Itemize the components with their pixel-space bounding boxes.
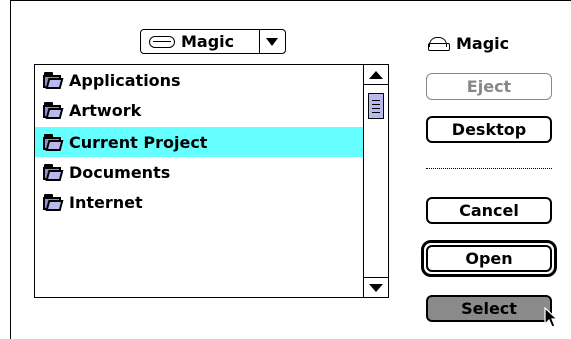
list-item-documents[interactable]: Documents (35, 157, 363, 187)
list-item-current-project[interactable]: Current Project (35, 127, 363, 157)
cancel-button[interactable]: Cancel (426, 197, 552, 224)
folder-icon (43, 133, 64, 151)
folder-icon (43, 193, 64, 211)
arrow-down-icon (369, 283, 383, 292)
current-volume: Magic (428, 34, 509, 53)
folder-icon (43, 71, 64, 89)
list-item-applications[interactable]: Applications (35, 65, 363, 95)
eject-button[interactable]: Eject (426, 73, 552, 100)
folder-icon (43, 101, 64, 119)
volume-label: Magic (456, 34, 510, 53)
list-item-artwork[interactable]: Artwork (35, 95, 363, 125)
list-item-label: Internet (69, 192, 143, 212)
file-list[interactable]: Applications Artwork Current Project Doc… (34, 64, 389, 298)
scroll-up-button[interactable] (364, 65, 388, 85)
list-item-label: Current Project (69, 132, 208, 152)
open-button[interactable]: Open (426, 245, 552, 272)
popup-divider (259, 30, 260, 53)
list-item-label: Documents (69, 162, 171, 182)
mouse-pointer-icon (544, 307, 559, 328)
volume-popup-label: Magic (181, 32, 235, 51)
file-list-rows: Applications Artwork Current Project Doc… (35, 65, 363, 297)
volume-disk-icon (428, 36, 450, 51)
list-item-label: Artwork (69, 100, 142, 120)
scroll-down-button[interactable] (364, 277, 388, 297)
scroll-track[interactable] (364, 85, 388, 277)
desktop-button[interactable]: Desktop (426, 116, 552, 143)
disk-icon (149, 35, 175, 48)
list-item-label: Applications (69, 70, 181, 90)
vertical-scrollbar[interactable] (363, 65, 388, 297)
select-button[interactable]: Select (426, 295, 552, 322)
volume-popup[interactable]: Magic (140, 29, 286, 54)
list-item-internet[interactable]: Internet (35, 187, 363, 217)
chevron-down-icon[interactable] (266, 38, 278, 46)
separator (426, 168, 552, 169)
scroll-thumb[interactable] (368, 93, 384, 119)
folder-icon (43, 163, 64, 181)
arrow-up-icon (369, 70, 383, 79)
